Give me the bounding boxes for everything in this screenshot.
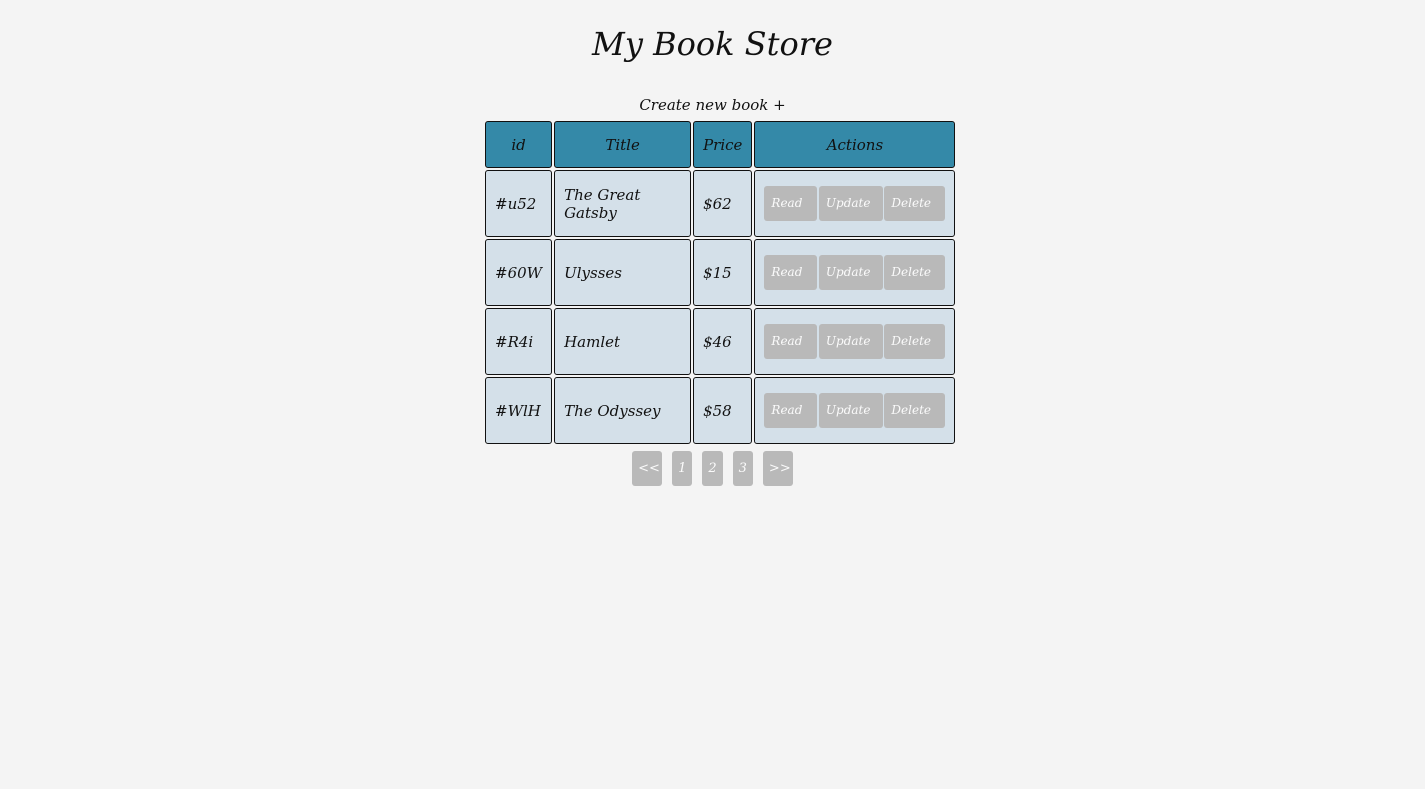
- book-actions-cell: Read Update Delete: [754, 308, 956, 375]
- book-actions-cell: Read Update Delete: [754, 377, 956, 444]
- create-book-link[interactable]: Create new book +: [0, 95, 1425, 115]
- column-header-title: Title: [554, 121, 692, 168]
- book-id-cell: #WlH: [485, 377, 553, 444]
- pagination-page-1-button[interactable]: 1: [672, 451, 693, 486]
- book-price-cell: $62: [693, 170, 753, 237]
- delete-button[interactable]: Delete: [884, 393, 946, 428]
- book-title-cell: The Odyssey: [554, 377, 692, 444]
- read-button[interactable]: Read: [764, 393, 818, 428]
- update-button[interactable]: Update: [818, 324, 883, 359]
- book-title-cell: Ulysses: [554, 239, 692, 306]
- book-title-cell: The Great Gatsby: [554, 170, 692, 237]
- read-button[interactable]: Read: [764, 255, 818, 290]
- page-title: My Book Store: [592, 25, 833, 63]
- pagination-next-button[interactable]: >>: [762, 451, 793, 486]
- pagination: << 1 2 3 >>: [0, 451, 1425, 486]
- pagination-page-2-button[interactable]: 2: [702, 451, 723, 486]
- book-price-cell: $15: [693, 239, 753, 306]
- pagination-page-3-button[interactable]: 3: [732, 451, 753, 486]
- read-button[interactable]: Read: [764, 324, 818, 359]
- pagination-prev-button[interactable]: <<: [632, 451, 663, 486]
- table-header-row: id Title Price Actions: [485, 121, 956, 168]
- book-id-cell: #R4i: [485, 308, 553, 375]
- delete-button[interactable]: Delete: [884, 324, 946, 359]
- update-button[interactable]: Update: [818, 186, 883, 221]
- column-header-price: Price: [693, 121, 753, 168]
- books-table: id Title Price Actions #u52 The Great Ga…: [483, 119, 957, 446]
- column-header-actions: Actions: [754, 121, 956, 168]
- read-button[interactable]: Read: [764, 186, 818, 221]
- table-row: #60W Ulysses $15 Read Update Delete: [485, 239, 956, 306]
- book-id-cell: #60W: [485, 239, 553, 306]
- book-actions-cell: Read Update Delete: [754, 170, 956, 237]
- update-button[interactable]: Update: [818, 255, 883, 290]
- book-title-cell: Hamlet: [554, 308, 692, 375]
- delete-button[interactable]: Delete: [884, 186, 946, 221]
- table-row: #u52 The Great Gatsby $62 Read Update De…: [485, 170, 956, 237]
- table-row: #WlH The Odyssey $58 Read Update Delete: [485, 377, 956, 444]
- column-header-id: id: [485, 121, 553, 168]
- book-price-cell: $46: [693, 308, 753, 375]
- book-actions-cell: Read Update Delete: [754, 239, 956, 306]
- book-id-cell: #u52: [485, 170, 553, 237]
- delete-button[interactable]: Delete: [884, 255, 946, 290]
- book-price-cell: $58: [693, 377, 753, 444]
- update-button[interactable]: Update: [818, 393, 883, 428]
- table-row: #R4i Hamlet $46 Read Update Delete: [485, 308, 956, 375]
